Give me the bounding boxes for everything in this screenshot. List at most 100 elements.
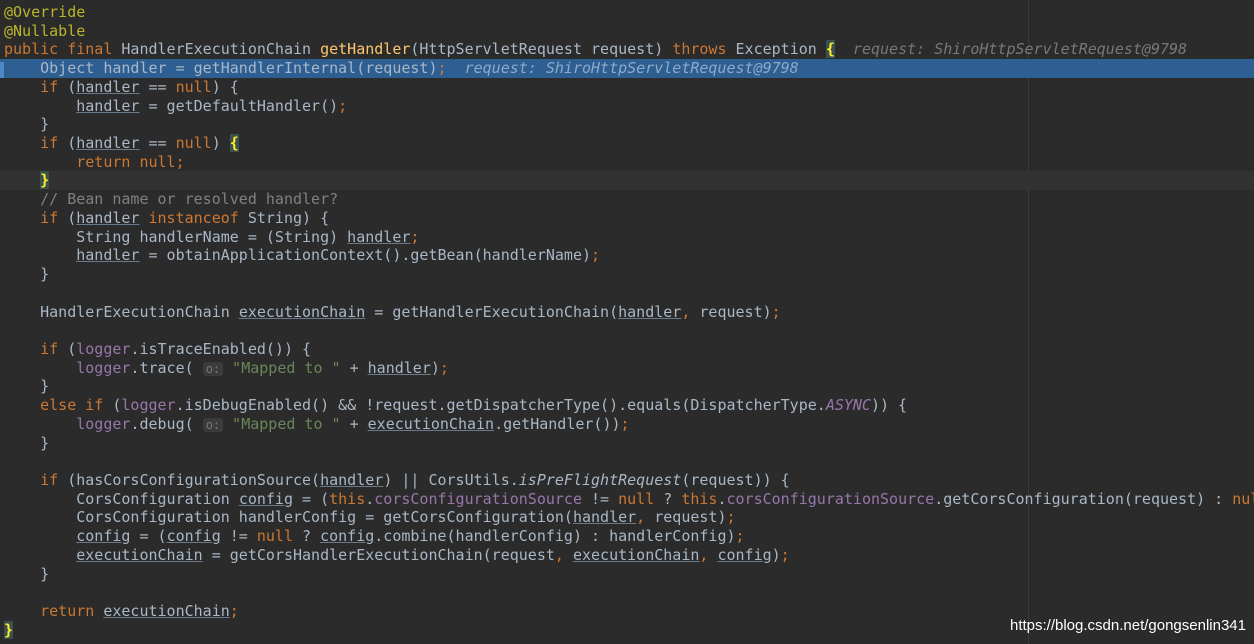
code-token: == bbox=[139, 134, 176, 153]
code-line[interactable]: handler = obtainApplicationContext().get… bbox=[0, 246, 1254, 265]
code-token: executionChain bbox=[572, 545, 700, 564]
code-line[interactable]: // Bean name or resolved handler? bbox=[0, 190, 1254, 209]
code-token: .getHandler()) bbox=[494, 414, 621, 433]
code-token: ( bbox=[67, 77, 77, 96]
code-token: ; bbox=[620, 414, 630, 433]
code-line-text: else if (logger.isDebugEnabled() && !req… bbox=[0, 396, 907, 414]
code-token: , bbox=[699, 545, 718, 564]
code-line[interactable]: } bbox=[0, 565, 1254, 584]
code-line[interactable] bbox=[0, 452, 1254, 471]
code-token: ; bbox=[780, 545, 790, 564]
code-line[interactable]: logger.debug( o: "Mapped to " + executio… bbox=[0, 415, 1254, 434]
debugger-inline-value: request: ShiroHttpServletRequest@9798 bbox=[446, 59, 799, 78]
code-token: != bbox=[220, 527, 257, 546]
code-token: public final bbox=[4, 40, 122, 59]
code-line-text: // Bean name or resolved handler? bbox=[0, 190, 338, 208]
code-line-text: if (handler == null) { bbox=[0, 78, 239, 96]
code-line[interactable]: public final HandlerExecutionChain getHa… bbox=[0, 40, 1254, 59]
code-token: = getCorsHandlerExecutionChain(request bbox=[202, 545, 555, 564]
code-token: ) bbox=[211, 134, 230, 153]
code-token: .debug( bbox=[130, 414, 203, 433]
code-token: ; bbox=[410, 227, 420, 246]
code-token: } bbox=[4, 620, 14, 639]
code-line[interactable]: @Override bbox=[0, 3, 1254, 22]
code-line[interactable]: if (handler == null) { bbox=[0, 78, 1254, 97]
code-line[interactable]: if (logger.isTraceEnabled()) { bbox=[0, 340, 1254, 359]
code-line-text: if (hasCorsConfigurationSource(handler) … bbox=[0, 471, 790, 489]
code-token: instanceof bbox=[148, 208, 248, 227]
code-token: .isTraceEnabled()) { bbox=[130, 339, 312, 358]
code-line[interactable]: handler = getDefaultHandler(); bbox=[0, 97, 1254, 116]
code-line[interactable]: else if (logger.isDebugEnabled() && !req… bbox=[0, 396, 1254, 415]
code-line-text: CorsConfiguration handlerConfig = getCor… bbox=[0, 508, 735, 527]
execution-point-marker bbox=[0, 62, 4, 78]
code-token: ; bbox=[735, 527, 745, 546]
code-line-text: } bbox=[0, 620, 14, 639]
code-token: != bbox=[582, 489, 619, 508]
code-line[interactable]: } bbox=[0, 377, 1254, 396]
code-token: , bbox=[636, 508, 655, 527]
code-token: handler bbox=[572, 508, 637, 527]
code-line[interactable]: logger.trace( o: "Mapped to " + handler)… bbox=[0, 359, 1254, 378]
code-token: ( bbox=[67, 208, 77, 227]
code-token: = ( bbox=[130, 527, 167, 546]
code-token: } bbox=[4, 433, 50, 452]
code-line[interactable]: return null; bbox=[0, 153, 1254, 172]
parameter-hint: o: bbox=[202, 361, 224, 376]
code-line-text: } bbox=[0, 434, 49, 452]
code-line[interactable]: CorsConfiguration handlerConfig = getCor… bbox=[0, 508, 1254, 527]
debugger-inline-value: request: ShiroHttpServletRequest@9798 bbox=[834, 40, 1188, 59]
code-token: executionChain bbox=[238, 302, 366, 321]
code-line-text: } bbox=[0, 265, 49, 283]
code-token: (request)) { bbox=[681, 471, 790, 489]
code-line-text: } bbox=[0, 377, 49, 395]
code-token: else if bbox=[40, 396, 113, 415]
code-line[interactable]: if (handler instanceof String) { bbox=[0, 209, 1254, 228]
code-token: ; bbox=[771, 302, 781, 321]
code-token: ( bbox=[67, 339, 77, 358]
code-line-text: if (handler instanceof String) { bbox=[0, 209, 329, 227]
code-token: // Bean name or resolved handler? bbox=[4, 190, 339, 209]
code-token: this bbox=[329, 489, 366, 508]
watermark-url: https://blog.csdn.net/gongsenlin341 bbox=[1009, 617, 1246, 634]
code-line[interactable]: CorsConfiguration config = (this.corsCon… bbox=[0, 490, 1254, 509]
code-line[interactable] bbox=[0, 583, 1254, 602]
code-token: ) { bbox=[211, 77, 239, 96]
code-line[interactable]: if (handler == null) { bbox=[0, 134, 1254, 153]
code-token: throws bbox=[672, 40, 736, 59]
code-token: if bbox=[40, 134, 68, 153]
code-token: ? bbox=[663, 489, 682, 508]
code-line[interactable]: config = (config != null ? config.combin… bbox=[0, 527, 1254, 546]
code-token: config bbox=[166, 527, 221, 546]
code-line[interactable]: String handlerName = (String) handler; bbox=[0, 228, 1254, 247]
code-editor[interactable]: @Override @Nullable public final HandlerEx… bbox=[0, 0, 1254, 644]
code-token: null bbox=[1232, 489, 1254, 508]
code-line[interactable]: } bbox=[0, 434, 1254, 453]
code-line[interactable] bbox=[0, 284, 1254, 303]
code-token: CorsConfiguration bbox=[4, 489, 239, 508]
code-token: corsConfigurationSource bbox=[726, 489, 935, 508]
code-line[interactable]: if (hasCorsConfigurationSource(handler) … bbox=[0, 471, 1254, 490]
code-line-text: String handlerName = (String) handler; bbox=[0, 228, 419, 246]
code-line-text: config = (config != null ? config.combin… bbox=[0, 527, 745, 546]
code-line[interactable]: @Nullable bbox=[0, 22, 1254, 41]
code-line[interactable]: HandlerExecutionChain executionChain = g… bbox=[0, 303, 1254, 322]
code-line[interactable]: } bbox=[0, 171, 1254, 191]
code-token: handler bbox=[76, 134, 140, 153]
code-line-execution-point[interactable]: Object handler = getHandlerInternal(requ… bbox=[0, 59, 1254, 79]
code-line[interactable]: executionChain = getCorsHandlerExecution… bbox=[0, 546, 1254, 565]
code-token: = getDefaultHandler() bbox=[139, 96, 339, 115]
code-token: return bbox=[40, 602, 104, 621]
code-line[interactable]: } bbox=[0, 265, 1254, 284]
code-token: "Mapped to " bbox=[232, 414, 341, 433]
code-line[interactable]: } bbox=[0, 115, 1254, 134]
code-line[interactable] bbox=[0, 321, 1254, 340]
